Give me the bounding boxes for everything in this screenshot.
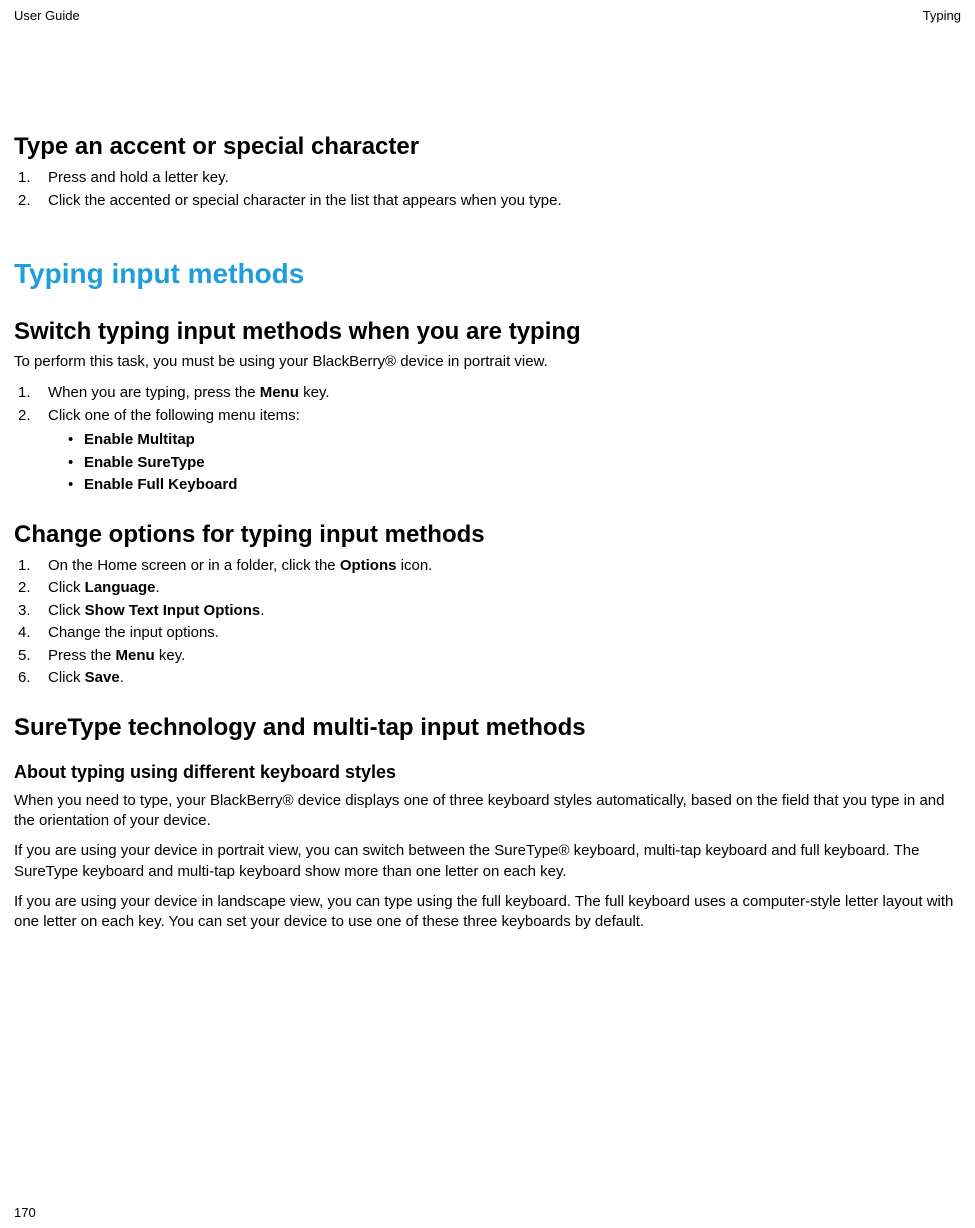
heading-change-options: Change options for typing input methods bbox=[14, 521, 961, 549]
paragraph: If you are using your device in portrait… bbox=[14, 841, 961, 882]
list-item: Press and hold a letter key. bbox=[14, 167, 961, 190]
bullets-switch: Enable Multitap Enable SureType Enable F… bbox=[48, 429, 961, 497]
heading-typing-input: Typing input methods bbox=[14, 258, 961, 290]
heading-accent: Type an accent or special character bbox=[14, 133, 961, 161]
list-item: Click Save. bbox=[14, 667, 961, 690]
list-item: When you are typing, press the Menu key. bbox=[14, 382, 961, 405]
page-header: User Guide Typing bbox=[14, 8, 961, 23]
section-switch-methods: Switch typing input methods when you are… bbox=[14, 318, 961, 497]
steps-change-options: On the Home screen or in a folder, click… bbox=[14, 555, 961, 690]
page-number: 170 bbox=[14, 1205, 36, 1220]
steps-switch: When you are typing, press the Menu key.… bbox=[14, 382, 961, 497]
list-item: Enable SureType bbox=[68, 452, 961, 475]
list-item: On the Home screen or in a folder, click… bbox=[14, 555, 961, 578]
paragraph: If you are using your device in landscap… bbox=[14, 892, 961, 933]
list-item: Click Show Text Input Options. bbox=[14, 600, 961, 623]
intro-switch: To perform this task, you must be using … bbox=[14, 352, 961, 372]
paragraph: When you need to type, your BlackBerry® … bbox=[14, 791, 961, 832]
header-right: Typing bbox=[923, 8, 961, 23]
section-change-options: Change options for typing input methods … bbox=[14, 521, 961, 690]
list-item: Click Language. bbox=[14, 577, 961, 600]
list-item: Click the accented or special character … bbox=[14, 190, 961, 213]
section-suretype: SureType technology and multi-tap input … bbox=[14, 714, 961, 933]
subheading-keyboard-styles: About typing using different keyboard st… bbox=[14, 762, 961, 783]
list-item: Enable Full Keyboard bbox=[68, 474, 961, 497]
list-item: Enable Multitap bbox=[68, 429, 961, 452]
heading-suretype: SureType technology and multi-tap input … bbox=[14, 714, 961, 742]
list-item: Press the Menu key. bbox=[14, 645, 961, 668]
list-item: Change the input options. bbox=[14, 622, 961, 645]
steps-accent: Press and hold a letter key. Click the a… bbox=[14, 167, 961, 212]
header-left: User Guide bbox=[14, 8, 80, 23]
list-item: Click one of the following menu items: E… bbox=[14, 405, 961, 497]
section-accent-char: Type an accent or special character Pres… bbox=[14, 133, 961, 212]
heading-switch: Switch typing input methods when you are… bbox=[14, 318, 961, 346]
